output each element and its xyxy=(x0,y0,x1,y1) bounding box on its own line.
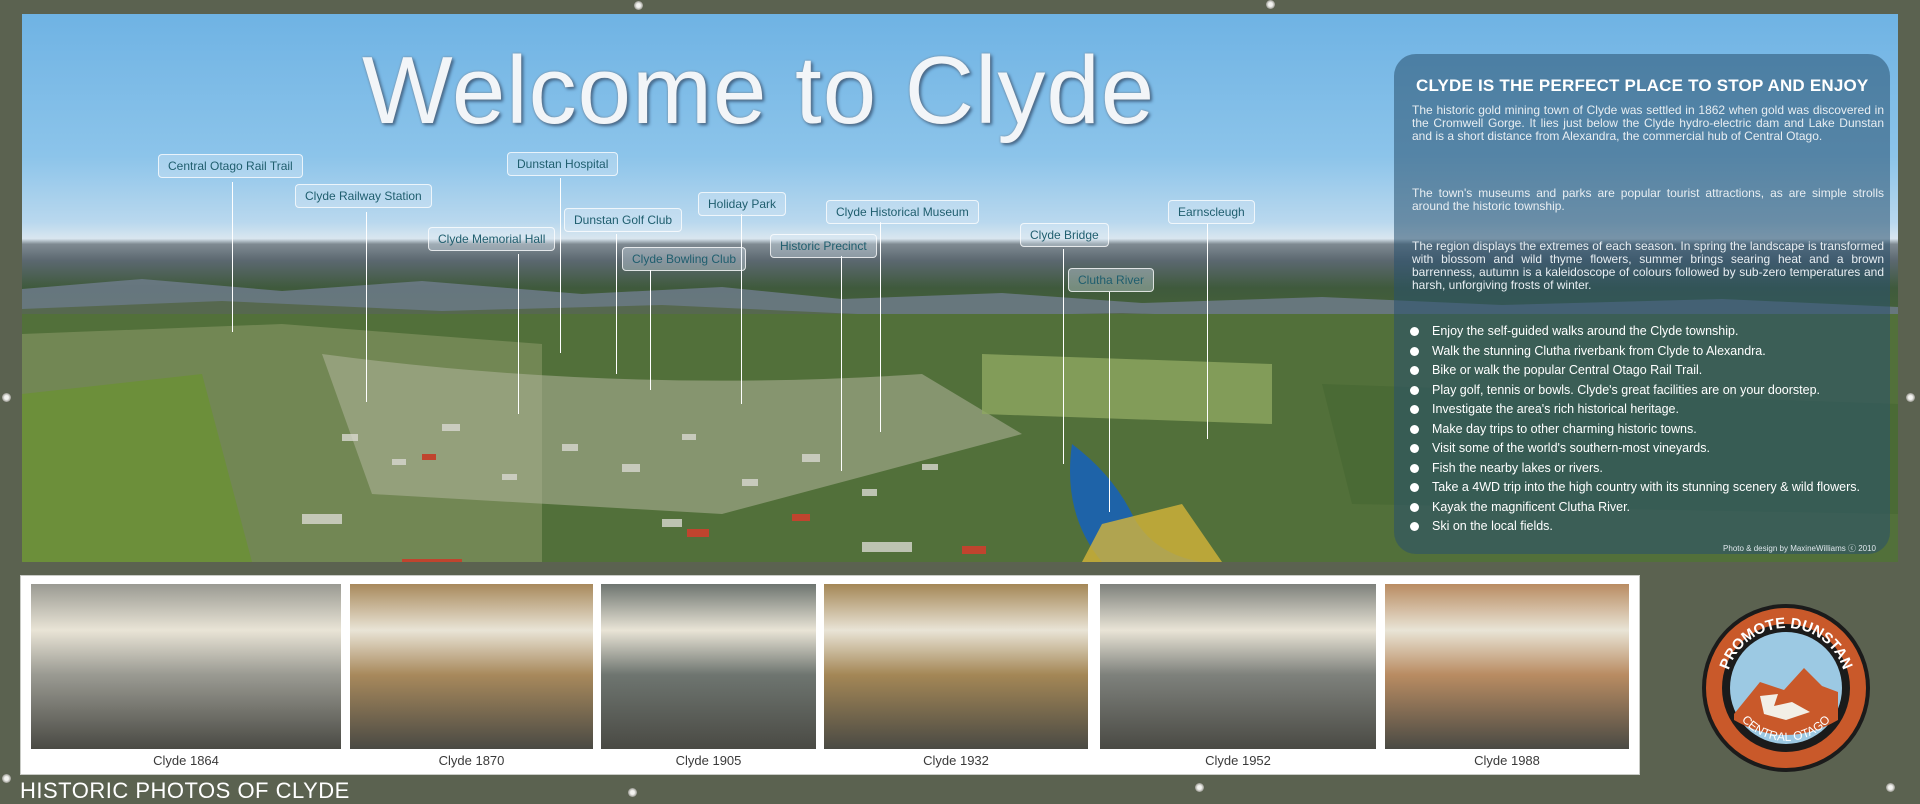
list-item-text: Enjoy the self-guided walks around the C… xyxy=(1432,324,1739,338)
landmark-pin xyxy=(841,256,842,471)
bullet-icon xyxy=(1410,444,1419,453)
historic-heading: HISTORIC PHOTOS OF CLYDE xyxy=(20,778,350,803)
screw xyxy=(628,788,637,797)
photo-caption: Clyde 1905 xyxy=(675,753,742,768)
historic-photo-strip: Clyde 1864 Clyde 1870 Clyde 1905 Clyde 1… xyxy=(20,575,1640,775)
screw xyxy=(1906,393,1915,402)
list-item-text: Walk the stunning Clutha riverbank from … xyxy=(1432,343,1766,358)
historic-photo xyxy=(31,584,341,749)
page-title: Welcome to Clyde xyxy=(362,37,1156,144)
landmark-label: Dunstan Golf Club xyxy=(564,208,683,232)
photo-caption: Clyde 1870 xyxy=(438,753,505,768)
activity-list: Enjoy the self-guided walks around the C… xyxy=(1410,322,1860,537)
landmark-label: Dunstan Hospital xyxy=(507,152,619,176)
screw xyxy=(2,393,11,402)
bullet-icon xyxy=(1410,424,1419,434)
landmark-pin xyxy=(741,214,742,404)
promote-dunstan-logo: PROMOTE DUNSTAN CENTRAL OTAGO xyxy=(1702,604,1870,772)
historic-photo xyxy=(1385,584,1629,749)
list-item-text: Fish the nearby lakes or rivers. xyxy=(1432,460,1603,475)
landmark-pin xyxy=(650,270,651,390)
bullet-icon xyxy=(1410,327,1419,336)
list-item: Kayak the magnificent Clutha River. xyxy=(1410,498,1860,518)
landmark-label: Clyde Memorial Hall xyxy=(428,227,556,251)
landmark-label: Central Otago Rail Trail xyxy=(158,154,303,178)
bullet-icon xyxy=(1410,346,1419,356)
info-heading: CLYDE IS THE PERFECT PLACE TO STOP AND E… xyxy=(1416,76,1869,95)
list-item: Take a 4WD trip into the high country wi… xyxy=(1410,478,1860,498)
list-item: Bike or walk the popular Central Otago R… xyxy=(1410,361,1860,381)
list-item: Make day trips to other charming histori… xyxy=(1410,420,1860,440)
list-item: Play golf, tennis or bowls. Clyde's grea… xyxy=(1410,381,1860,401)
bullet-icon xyxy=(1410,385,1419,395)
screw xyxy=(1266,0,1275,9)
screw xyxy=(2,774,11,783)
list-item-text: Play golf, tennis or bowls. Clyde's grea… xyxy=(1432,382,1820,397)
info-paragraph: The town's museums and parks are popular… xyxy=(1412,186,1884,213)
bullet-icon xyxy=(1410,522,1419,531)
list-item-text: Kayak the magnificent Clutha River. xyxy=(1432,499,1631,514)
photo-caption: Clyde 1988 xyxy=(1474,753,1540,768)
list-item-text: Visit some of the world's southern-most … xyxy=(1432,441,1710,455)
historic-photo xyxy=(824,584,1088,749)
info-paragraph: The historic gold mining town of Clyde w… xyxy=(1412,103,1884,143)
landmark-label: Holiday Park xyxy=(698,192,787,216)
landmark-pin xyxy=(1207,224,1208,439)
landmark-label: Clyde Bowling Club xyxy=(622,247,747,271)
bullet-icon xyxy=(1410,366,1419,375)
landmark-pin xyxy=(880,222,881,432)
screw xyxy=(634,1,643,10)
bullet-icon xyxy=(1410,463,1419,473)
bullet-icon xyxy=(1410,502,1419,512)
town-panorama: Welcome to Clyde Central Otago Rail Trai… xyxy=(22,14,1898,562)
landmark-label: Clutha River xyxy=(1068,268,1155,292)
list-item: Ski on the local fields. xyxy=(1410,517,1860,537)
landmark-pin xyxy=(518,254,519,414)
photo-caption: Clyde 1932 xyxy=(923,753,989,768)
screw xyxy=(1195,783,1204,792)
landmark-label: Historic Precinct xyxy=(770,234,877,258)
info-panel: CLYDE IS THE PERFECT PLACE TO STOP AND E… xyxy=(1394,54,1890,554)
info-paragraph: The region displays the extremes of each… xyxy=(1412,239,1884,292)
landmark-pin xyxy=(366,212,367,402)
landmark-pin xyxy=(232,182,233,332)
bullet-icon xyxy=(1410,405,1419,414)
landmark-label: Clyde Historical Museum xyxy=(826,200,979,224)
landmark-label: Clyde Bridge xyxy=(1020,223,1109,247)
landmark-pin xyxy=(616,234,617,374)
list-item-text: Investigate the area's rich historical h… xyxy=(1432,402,1679,416)
landmark-pin xyxy=(1063,249,1064,464)
landmark-label: Clyde Railway Station xyxy=(295,184,432,208)
list-item: Enjoy the self-guided walks around the C… xyxy=(1410,322,1860,342)
list-item-text: Make day trips to other charming histori… xyxy=(1432,421,1697,436)
landmark-pin xyxy=(560,178,561,353)
landmark-label: Earnscleugh xyxy=(1168,200,1255,224)
historic-photo xyxy=(350,584,593,749)
photo-credit: Photo & design by MaxineWilliams ⓒ 2010 xyxy=(1723,544,1876,553)
photo-caption: Clyde 1864 xyxy=(153,753,219,768)
bullet-icon xyxy=(1410,483,1419,492)
screw xyxy=(1886,783,1895,792)
list-item: Fish the nearby lakes or rivers. xyxy=(1410,459,1860,479)
list-item: Investigate the area's rich historical h… xyxy=(1410,400,1860,420)
list-item-text: Ski on the local fields. xyxy=(1432,519,1553,533)
list-item: Walk the stunning Clutha riverbank from … xyxy=(1410,342,1860,362)
list-item-text: Bike or walk the popular Central Otago R… xyxy=(1432,363,1703,377)
historic-photo xyxy=(1100,584,1376,749)
list-item: Visit some of the world's southern-most … xyxy=(1410,439,1860,459)
list-item-text: Take a 4WD trip into the high country wi… xyxy=(1432,480,1860,494)
photo-caption: Clyde 1952 xyxy=(1205,753,1271,768)
landmark-pin xyxy=(1109,292,1110,512)
sign-frame: Welcome to Clyde Central Otago Rail Trai… xyxy=(0,0,1920,804)
historic-photo xyxy=(601,584,816,749)
